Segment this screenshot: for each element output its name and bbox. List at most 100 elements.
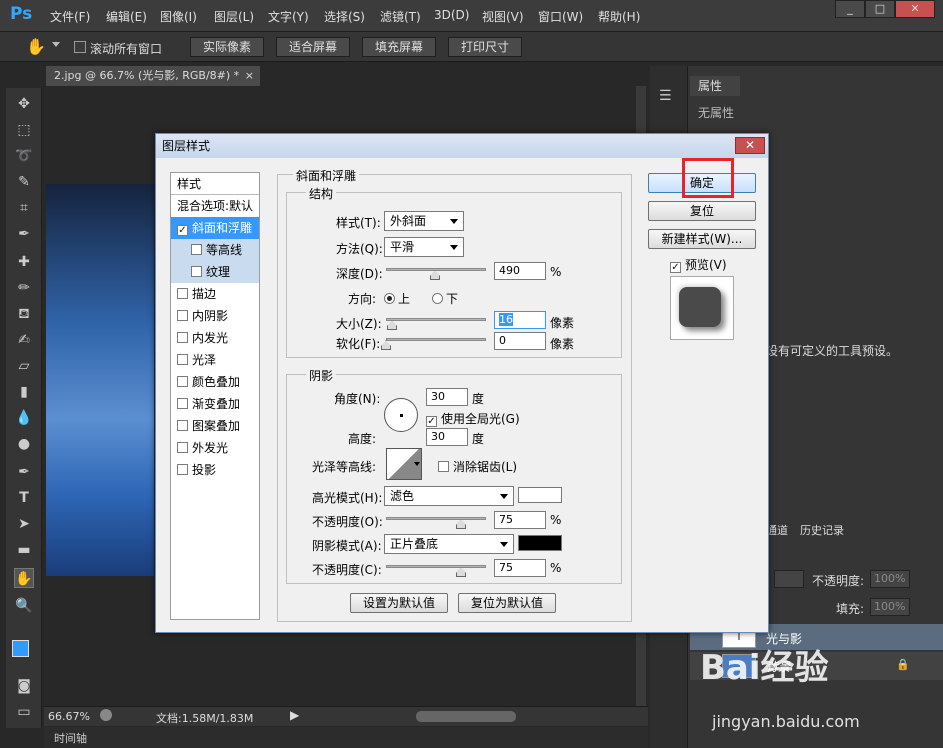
eyedropper-tool-icon[interactable]: ✒ bbox=[14, 224, 34, 244]
highlight-opacity-field[interactable]: 75 bbox=[494, 511, 546, 529]
style-checkbox[interactable] bbox=[177, 310, 188, 321]
status-info-icon[interactable] bbox=[100, 709, 112, 721]
blend-mode-dropdown[interactable] bbox=[774, 570, 804, 588]
hand-tool-icon[interactable]: ✋ bbox=[26, 37, 46, 56]
actual-pixels-button[interactable]: 实际像素 bbox=[190, 37, 264, 57]
highlight-color-swatch[interactable] bbox=[518, 487, 562, 503]
pen-tool-icon[interactable]: ✒ bbox=[14, 462, 34, 482]
clone-stamp-icon[interactable]: ⛾ bbox=[14, 304, 34, 324]
healing-brush-icon[interactable]: ✚ bbox=[14, 252, 34, 272]
style-list-item[interactable]: 渐变叠加 bbox=[171, 393, 259, 415]
menu-item-8[interactable]: 视图(V) bbox=[482, 8, 524, 25]
preview-checkbox[interactable]: ✓ 预览(V) bbox=[670, 256, 727, 273]
depth-slider-track[interactable] bbox=[386, 268, 486, 271]
new-style-button[interactable]: 新建样式(W)... bbox=[648, 229, 756, 249]
technique-select[interactable]: 平滑 bbox=[384, 237, 464, 257]
marquee-tool-icon[interactable]: ⬚ bbox=[14, 120, 34, 140]
quick-mask-icon[interactable]: ◙ bbox=[14, 676, 34, 696]
menu-item-7[interactable]: 3D(D) bbox=[434, 8, 469, 22]
direction-down-radio-icon[interactable] bbox=[432, 293, 443, 304]
size-slider-track[interactable] bbox=[386, 318, 486, 321]
highlight-opacity-track[interactable] bbox=[386, 517, 486, 520]
depth-field[interactable]: 490 bbox=[494, 262, 546, 280]
properties-panel-icon[interactable]: ☰ bbox=[659, 88, 672, 104]
screen-mode-icon[interactable]: ▭ bbox=[14, 702, 34, 722]
fill-screen-button[interactable]: 填充屏幕 bbox=[362, 37, 436, 57]
highlight-mode-select[interactable]: 滤色 bbox=[384, 486, 514, 506]
hand-tool-active-icon[interactable]: ✋ bbox=[14, 568, 34, 588]
menu-item-9[interactable]: 窗口(W) bbox=[538, 8, 583, 25]
make-default-button[interactable]: 设置为默认值 bbox=[350, 593, 448, 613]
antialias-checkbox-box[interactable] bbox=[438, 461, 449, 472]
menu-item-6[interactable]: 滤镜(T) bbox=[380, 8, 421, 25]
shadow-opacity-track[interactable] bbox=[386, 565, 486, 568]
menu-item-2[interactable]: 图像(I) bbox=[160, 8, 197, 25]
zoom-tool-icon[interactable]: 🔍 bbox=[14, 596, 34, 616]
crop-tool-icon[interactable]: ⌗ bbox=[14, 198, 34, 218]
style-checkbox[interactable] bbox=[177, 398, 188, 409]
angle-field[interactable]: 30 bbox=[426, 388, 468, 406]
close-window-button[interactable]: ✕ bbox=[895, 0, 935, 18]
bevel-style-select[interactable]: 外斜面 bbox=[384, 211, 464, 231]
style-list-item[interactable]: 光泽 bbox=[171, 349, 259, 371]
close-document-icon[interactable]: × bbox=[245, 66, 254, 86]
style-checkbox[interactable] bbox=[191, 244, 202, 255]
shadow-mode-select[interactable]: 正片叠底 bbox=[384, 534, 514, 554]
style-checkbox[interactable] bbox=[177, 332, 188, 343]
reset-default-button[interactable]: 复位为默认值 bbox=[458, 593, 556, 613]
fit-screen-button[interactable]: 适合屏幕 bbox=[276, 37, 350, 57]
rectangle-tool-icon[interactable]: ▬ bbox=[14, 540, 34, 560]
style-list-item[interactable]: 等高线 bbox=[171, 239, 259, 261]
print-size-button[interactable]: 打印尺寸 bbox=[448, 37, 522, 57]
style-checkbox[interactable] bbox=[191, 266, 202, 277]
type-tool-icon[interactable]: T bbox=[14, 488, 34, 508]
style-list-item[interactable]: 纹理 bbox=[171, 261, 259, 283]
quick-select-tool-icon[interactable]: ✎ bbox=[14, 172, 34, 192]
style-list-item[interactable]: 内阴影 bbox=[171, 305, 259, 327]
style-checkbox[interactable] bbox=[177, 376, 188, 387]
altitude-field[interactable]: 30 bbox=[426, 428, 468, 446]
global-light-checkbox-box[interactable]: ✓ bbox=[426, 416, 437, 427]
style-checkbox[interactable] bbox=[177, 442, 188, 453]
style-checkbox[interactable] bbox=[177, 464, 188, 475]
scroll-all-checkbox[interactable] bbox=[74, 41, 86, 53]
history-brush-icon[interactable]: ✍ bbox=[14, 330, 34, 350]
style-list-item[interactable]: 混合选项:默认 bbox=[171, 195, 259, 217]
antialias-checkbox[interactable]: 消除锯齿(L) bbox=[438, 458, 517, 475]
style-checkbox[interactable] bbox=[177, 354, 188, 365]
style-list-item[interactable]: 内发光 bbox=[171, 327, 259, 349]
size-field[interactable]: 16 bbox=[494, 311, 546, 329]
style-list-item[interactable]: 颜色叠加 bbox=[171, 371, 259, 393]
style-list-item[interactable]: 描边 bbox=[171, 283, 259, 305]
document-tab[interactable]: 2.jpg @ 66.7% (光与影, RGB/8#) * × bbox=[46, 66, 260, 86]
brush-tool-icon[interactable]: ✏ bbox=[14, 278, 34, 298]
menu-item-0[interactable]: 文件(F) bbox=[50, 8, 90, 25]
style-list-item[interactable]: 图案叠加 bbox=[171, 415, 259, 437]
shadow-opacity-field[interactable]: 75 bbox=[494, 559, 546, 577]
zoom-level[interactable]: 66.67% bbox=[48, 710, 90, 723]
soften-field[interactable]: 0 bbox=[494, 332, 546, 350]
channels-tab[interactable]: 通道 bbox=[766, 522, 788, 538]
tool-preset-dropdown-icon[interactable] bbox=[52, 42, 60, 47]
timeline-tab[interactable]: 时间轴 bbox=[54, 730, 87, 746]
lasso-tool-icon[interactable]: ➰ bbox=[14, 146, 34, 166]
minimize-button[interactable]: _ bbox=[835, 0, 865, 18]
preview-checkbox-box[interactable]: ✓ bbox=[670, 262, 681, 273]
properties-tab[interactable]: 属性 bbox=[690, 76, 740, 96]
gloss-contour-dropdown-icon[interactable] bbox=[414, 462, 420, 466]
direction-up-radio[interactable]: 上 bbox=[384, 290, 410, 307]
history-tab[interactable]: 历史记录 bbox=[800, 522, 844, 538]
shadow-color-swatch[interactable] bbox=[518, 535, 562, 551]
dialog-close-button[interactable]: ✕ bbox=[735, 137, 765, 154]
style-list-item[interactable]: 投影 bbox=[171, 459, 259, 481]
horizontal-scrollbar[interactable] bbox=[416, 711, 516, 722]
opacity-field[interactable]: 100% bbox=[870, 570, 910, 588]
style-checkbox[interactable]: ✓ bbox=[177, 225, 188, 236]
angle-dial[interactable] bbox=[384, 398, 418, 432]
move-tool-icon[interactable]: ✥ bbox=[14, 94, 34, 114]
maximize-button[interactable]: □ bbox=[865, 0, 895, 18]
fill-field[interactable]: 100% bbox=[870, 598, 910, 616]
global-light-checkbox[interactable]: ✓ 使用全局光(G) bbox=[426, 410, 520, 427]
style-list-item[interactable]: ✓ 斜面和浮雕 bbox=[171, 217, 259, 239]
menu-item-5[interactable]: 选择(S) bbox=[324, 8, 365, 25]
